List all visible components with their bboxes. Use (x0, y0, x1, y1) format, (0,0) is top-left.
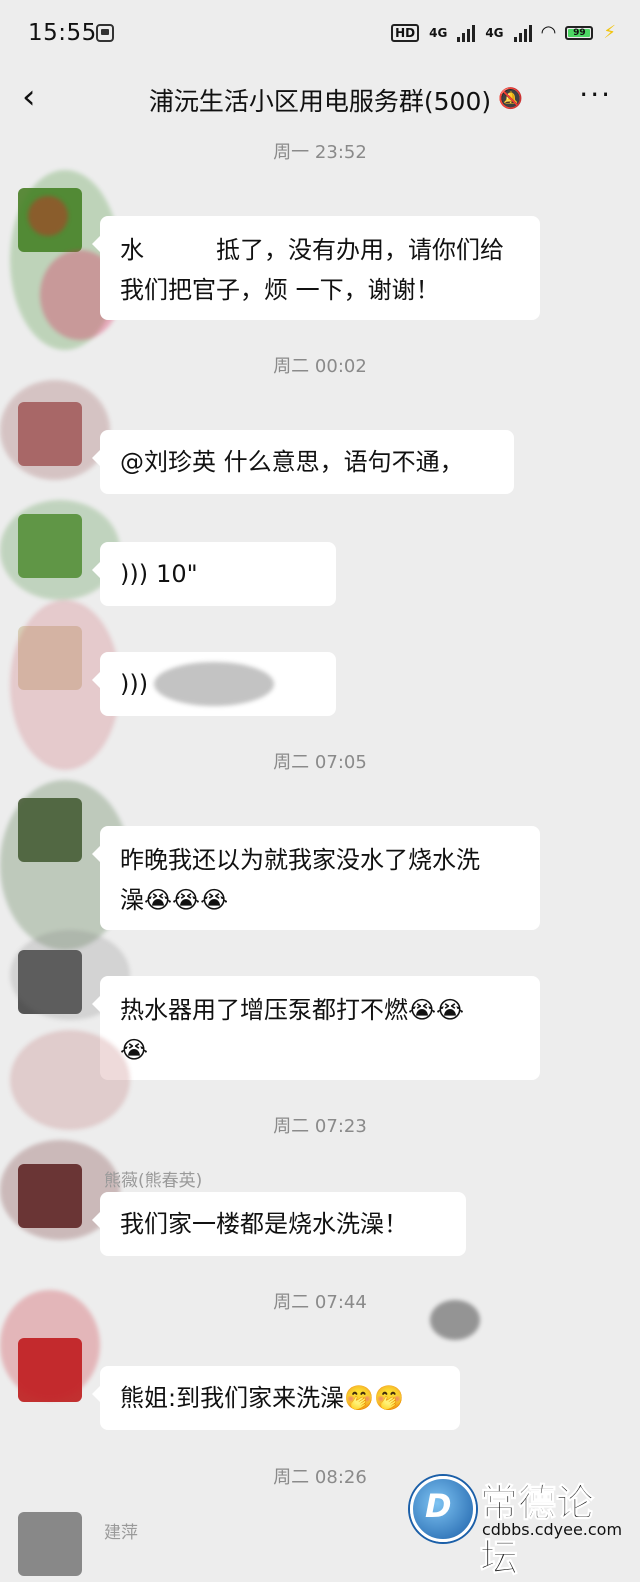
watermark-url: cdbbs.cdyee.com (482, 1520, 623, 1539)
message-bubble[interactable]: 我们家一楼都是烧水洗澡！ (92, 1192, 466, 1256)
message-bubble[interactable]: 熊姐:到我们家来洗澡🤭🤭 (92, 1366, 460, 1430)
status-time: 15:55 (28, 20, 97, 46)
voice-message-bubble[interactable]: ))) 10" (92, 542, 336, 606)
signal-icon-2 (513, 24, 532, 42)
status-icons: HD 4G 4G ◠ 99 ⚡ (391, 22, 616, 43)
battery-icon: 99 (565, 25, 594, 40)
voice-duration: 10" (156, 560, 198, 588)
message-text: 😭 (120, 1036, 149, 1064)
privacy-scribble (0, 1290, 100, 1400)
notification-icon (96, 24, 114, 42)
message-text: 我们把官子，烦 一下，谢谢！ (120, 276, 440, 304)
message-bubble[interactable]: 热水器用了增压泵都打不燃😭😭 😭 (92, 976, 540, 1080)
timestamp: 周一 23:52 (273, 142, 367, 163)
chat-title: 浦沅生活小区用电服务群(500) (148, 87, 492, 116)
message-text: 熊姐:到我们家来洗澡🤭🤭 (120, 1384, 404, 1412)
privacy-scribble (10, 1030, 130, 1130)
wifi-icon: ◠ (541, 22, 556, 43)
message-text: 我们家一楼都是烧水洗澡！ (120, 1210, 408, 1238)
sender-name: 熊薇(熊春英) (104, 1171, 203, 1191)
bell-off-icon: 🔕 (498, 86, 523, 110)
voice-wave-icon: ))) (120, 670, 149, 698)
message-text: 澡😭😭😭 (120, 886, 229, 914)
sender-name: 建萍 (104, 1523, 138, 1543)
message-bubble[interactable]: 昨晚我还以为就我家没水了烧水洗 澡😭😭😭 (92, 826, 540, 930)
message-text: @刘珍英 什么意思，语句不通， (120, 448, 464, 476)
voice-wave-icon: ))) (120, 560, 149, 588)
chat-header: ‹ 浦沅生活小区用电服务群(500) 🔕 ··· (0, 68, 640, 130)
network-label-2: 4G (485, 25, 504, 40)
voice-message-bubble[interactable]: ))) (92, 652, 336, 716)
timestamp: 周二 00:02 (273, 356, 367, 377)
more-dots-icon[interactable]: ··· (579, 78, 612, 111)
message-text: 热水器用了增压泵都打不燃😭😭 (120, 996, 465, 1024)
timestamp: 周二 07:05 (273, 752, 367, 773)
site-watermark: D 常德论坛 cdbbs.cdyee.com (410, 1472, 630, 1581)
message-bubble[interactable]: @刘珍英 什么意思，语句不通， (92, 430, 514, 494)
forum-logo-icon: D (410, 1476, 476, 1542)
timestamp: 周二 07:44 (273, 1292, 367, 1313)
charging-icon: ⚡ (603, 22, 616, 43)
message-text: 水 抵了，没有办用，请你们给 (120, 236, 504, 264)
message-text: 昨晚我还以为就我家没水了烧水洗 (120, 846, 480, 874)
battery-level: 99 (568, 28, 591, 37)
signal-icon-1 (457, 24, 476, 42)
hd-icon: HD (391, 23, 420, 42)
avatar[interactable] (18, 1512, 82, 1576)
network-label-1: 4G (429, 25, 448, 40)
message-bubble[interactable]: 水 抵了，没有办用，请你们给 我们把官子，烦 一下，谢谢！ (92, 216, 540, 320)
privacy-scribble (430, 1300, 480, 1340)
privacy-scribble (154, 662, 274, 706)
status-bar: 15:55 HD 4G 4G ◠ 99 ⚡ (0, 0, 640, 68)
